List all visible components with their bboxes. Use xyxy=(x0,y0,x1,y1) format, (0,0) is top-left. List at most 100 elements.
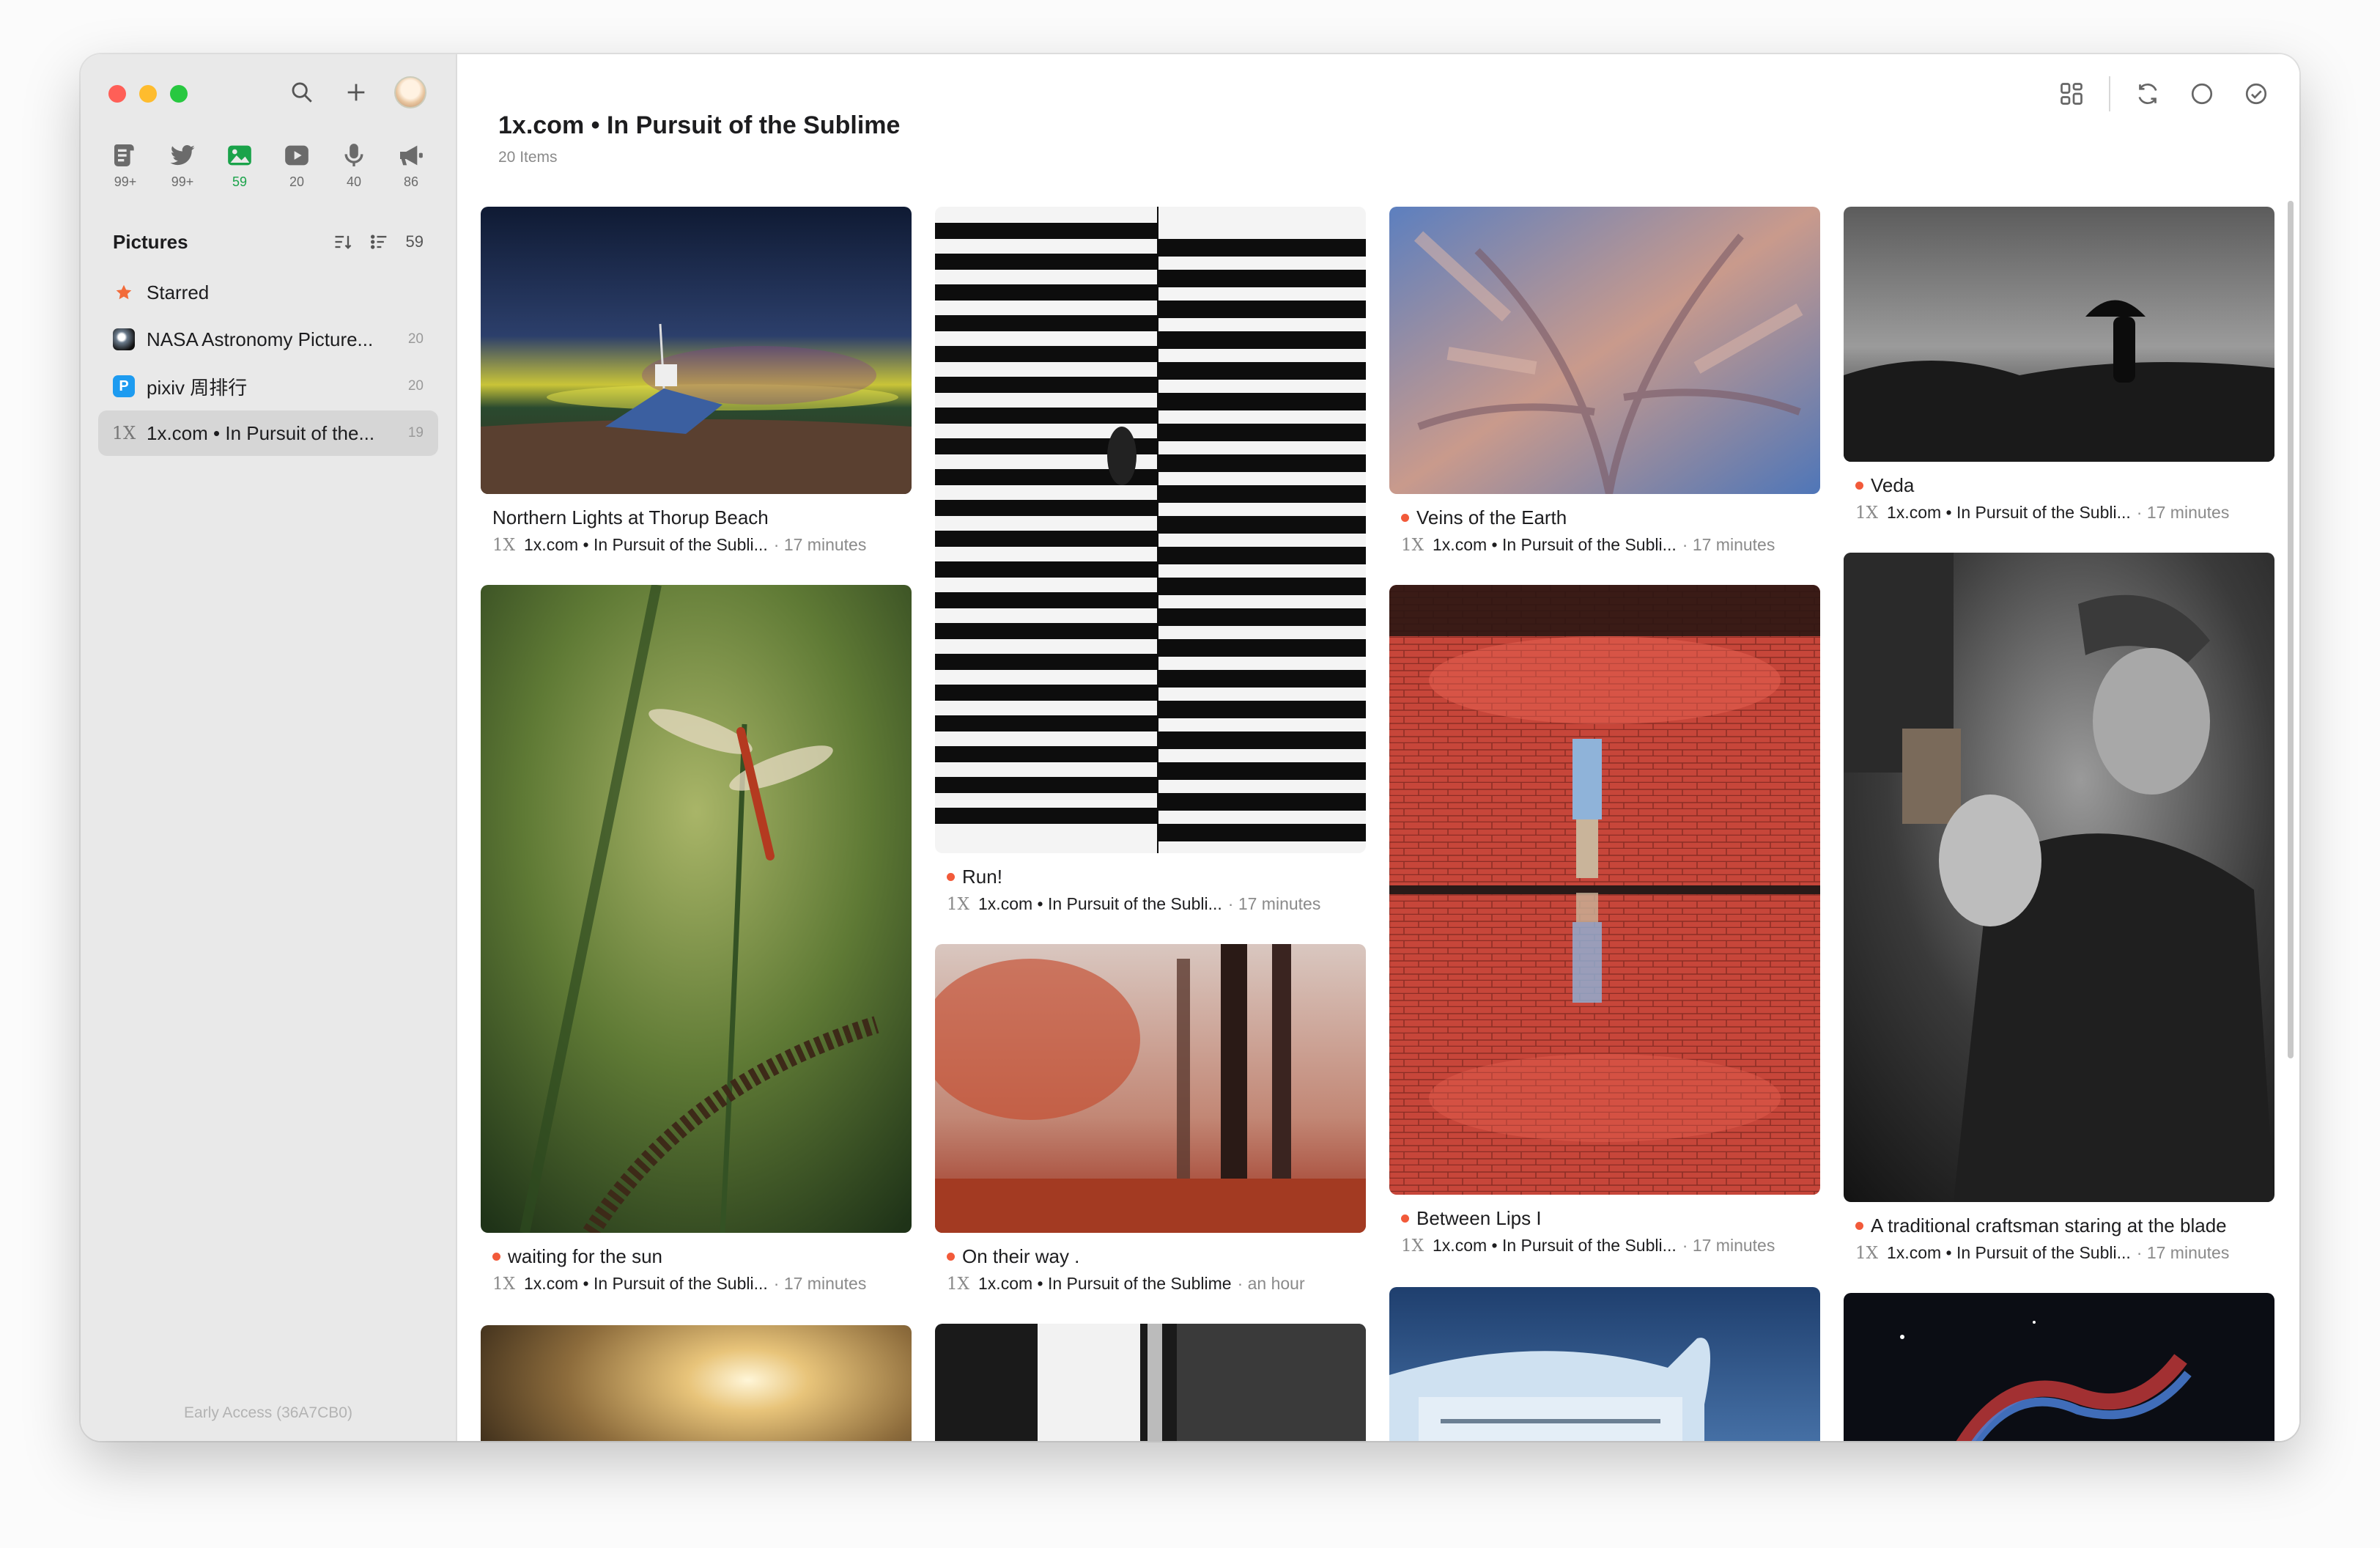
card-meta: 1X 1x.com • In Pursuit of the Subli... · 1… xyxy=(492,1274,867,1294)
card-title: Run! xyxy=(947,865,1366,888)
feed-item-1x[interactable]: 1X 1x.com • In Pursuit of the... 19 xyxy=(98,410,438,456)
sidebar-toolbar xyxy=(286,76,426,108)
feed-label: Starred xyxy=(147,281,210,303)
mark-all-read-button[interactable] xyxy=(2239,77,2273,111)
unread-filter-button[interactable] xyxy=(2185,77,2219,111)
refresh-button[interactable] xyxy=(2131,77,2165,111)
pixiv-feed-icon: P xyxy=(113,375,135,397)
card-meta: 1X 1x.com • In Pursuit of the Subli... · 1… xyxy=(1401,535,1775,555)
main-header: 1x.com • In Pursuit of the Sublime 20 It… xyxy=(498,111,900,166)
1x-logo-icon: 1X xyxy=(492,1274,516,1294)
feed-item-nasa[interactable]: NASA Astronomy Picture... 20 xyxy=(98,317,438,362)
picture-card[interactable]: Veins of the Earth 1X 1x.com • In Pursuit… xyxy=(1389,207,1820,555)
card-meta: 1X 1x.com • In Pursuit of the Subli... · 1… xyxy=(947,894,1321,914)
photo-craftsman[interactable] xyxy=(1844,553,2274,1202)
sidebar: 99+ 99+ 59 20 40 86 Pictures 59 Starred … xyxy=(81,54,457,1441)
photo-vintage-car[interactable] xyxy=(1389,1287,1820,1441)
tab-pictures[interactable]: 59 xyxy=(215,141,264,190)
tab-articles[interactable]: 99+ xyxy=(101,141,149,190)
card-meta: 1X 1x.com • In Pursuit of the Subli... · 1… xyxy=(1401,1236,1775,1256)
picture-card[interactable]: Between Lips I 1X 1x.com • In Pursuit of … xyxy=(1389,585,1820,1256)
card-caption: waiting for the sun 1X 1x.com • In Pursui… xyxy=(481,1245,912,1294)
photo-between-lips[interactable] xyxy=(1389,585,1820,1195)
pictures-icon xyxy=(228,145,251,166)
feed-count: 19 xyxy=(407,425,424,441)
close-window-button[interactable] xyxy=(108,85,126,103)
photo-alley[interactable] xyxy=(935,1324,1366,1441)
card-title: On their way . xyxy=(947,1245,1366,1268)
page-title: 1x.com • In Pursuit of the Sublime xyxy=(498,111,901,139)
card-meta: 1X 1x.com • In Pursuit of the Subli... · 1… xyxy=(492,535,867,555)
photo-veins-of-earth[interactable] xyxy=(1389,207,1820,494)
picture-card[interactable] xyxy=(481,1325,912,1441)
tab-count: 20 xyxy=(289,174,305,189)
zoom-window-button[interactable] xyxy=(170,85,188,103)
card-title: Veins of the Earth xyxy=(1401,506,1820,529)
tab-notifications[interactable]: 86 xyxy=(387,141,435,190)
article-icon xyxy=(114,144,134,166)
podcast-icon xyxy=(344,144,363,166)
unread-dot xyxy=(1401,513,1409,522)
1x-logo-icon: 1X xyxy=(1855,1243,1879,1263)
item-count: 20 Items xyxy=(498,149,558,166)
card-caption: Northern Lights at Thorup Beach 1X 1x.com… xyxy=(481,506,912,555)
build-label: Early Access (36A7CB0) xyxy=(184,1404,352,1421)
nasa-feed-icon xyxy=(113,328,135,350)
tab-videos[interactable]: 20 xyxy=(273,141,321,190)
photo-sunset[interactable] xyxy=(481,1325,912,1441)
photo-dragonfly[interactable] xyxy=(481,585,912,1233)
plus-icon xyxy=(347,84,365,101)
photo-autumn-forest[interactable] xyxy=(935,944,1366,1233)
feed-label: NASA Astronomy Picture... xyxy=(147,328,374,350)
card-meta: 1X 1x.com • In Pursuit of the Subli... · 1… xyxy=(1855,1243,2230,1263)
picture-card[interactable]: A traditional craftsman staring at the b… xyxy=(1844,553,2274,1263)
picture-card[interactable] xyxy=(1844,1293,2274,1441)
card-title: A traditional craftsman staring at the b… xyxy=(1855,1214,2274,1237)
card-title: Between Lips I xyxy=(1401,1206,1820,1230)
feed-label: pixiv 周排行 xyxy=(147,376,248,399)
add-feed-button[interactable] xyxy=(340,76,372,108)
avatar[interactable] xyxy=(394,76,426,108)
card-caption: Veda 1X 1x.com • In Pursuit of the Subli.… xyxy=(1844,473,2274,523)
unread-dot xyxy=(1855,481,1863,490)
main-toolbar xyxy=(2055,76,2273,111)
feed-count: 20 xyxy=(407,378,424,394)
app-window: 99+ 99+ 59 20 40 86 Pictures 59 Starred … xyxy=(81,54,2299,1441)
star-icon xyxy=(113,281,135,303)
feed-list: Starred NASA Astronomy Picture... 20 P p… xyxy=(98,270,438,457)
feed-item-pixiv[interactable]: P pixiv 周排行 20 xyxy=(98,364,438,409)
layout-toggle-button[interactable] xyxy=(2055,77,2088,111)
photo-nebula[interactable] xyxy=(1844,1293,2274,1441)
1x-logo-icon: 1X xyxy=(947,894,970,914)
card-title: Northern Lights at Thorup Beach xyxy=(492,506,769,528)
picture-card[interactable]: Veda 1X 1x.com • In Pursuit of the Subli.… xyxy=(1844,207,2274,523)
window-controls xyxy=(108,85,188,103)
section-tools: 59 xyxy=(333,232,424,252)
feed-item-starred[interactable]: Starred xyxy=(98,270,438,315)
picture-card[interactable] xyxy=(935,1324,1366,1441)
picture-card[interactable] xyxy=(1389,1287,1820,1441)
picture-card[interactable]: Run! 1X 1x.com • In Pursuit of the Subli.… xyxy=(935,207,1366,914)
picture-card[interactable]: waiting for the sun 1X 1x.com • In Pursui… xyxy=(481,585,912,1294)
tab-podcasts[interactable]: 40 xyxy=(330,141,378,190)
unread-dot xyxy=(1401,1214,1409,1223)
picture-card[interactable]: Northern Lights at Thorup Beach 1X 1x.com… xyxy=(481,207,912,555)
search-button[interactable] xyxy=(286,76,318,108)
unread-dot xyxy=(1855,1221,1863,1230)
tab-count: 86 xyxy=(403,174,419,189)
1x-logo-icon: 1X xyxy=(947,1274,970,1294)
tab-social[interactable]: 99+ xyxy=(158,141,207,190)
minimize-window-button[interactable] xyxy=(139,85,157,103)
photo-run[interactable] xyxy=(935,207,1366,853)
picture-card[interactable]: On their way . 1X 1x.com • In Pursuit of … xyxy=(935,944,1366,1294)
filter-list-icon[interactable] xyxy=(369,232,390,252)
content-type-tabs: 99+ 99+ 59 20 40 86 xyxy=(101,141,435,190)
feed-count: 20 xyxy=(407,331,424,347)
sort-icon[interactable] xyxy=(333,232,353,252)
section-title: Pictures xyxy=(113,230,188,253)
unread-dot xyxy=(947,872,955,881)
photo-northern-lights[interactable] xyxy=(481,207,912,494)
card-meta: 1X 1x.com • In Pursuit of the Subli... · 1… xyxy=(1855,503,2230,523)
photo-veda[interactable] xyxy=(1844,207,2274,462)
picture-grid: Northern Lights at Thorup Beach 1X 1x.com… xyxy=(481,207,2299,1441)
